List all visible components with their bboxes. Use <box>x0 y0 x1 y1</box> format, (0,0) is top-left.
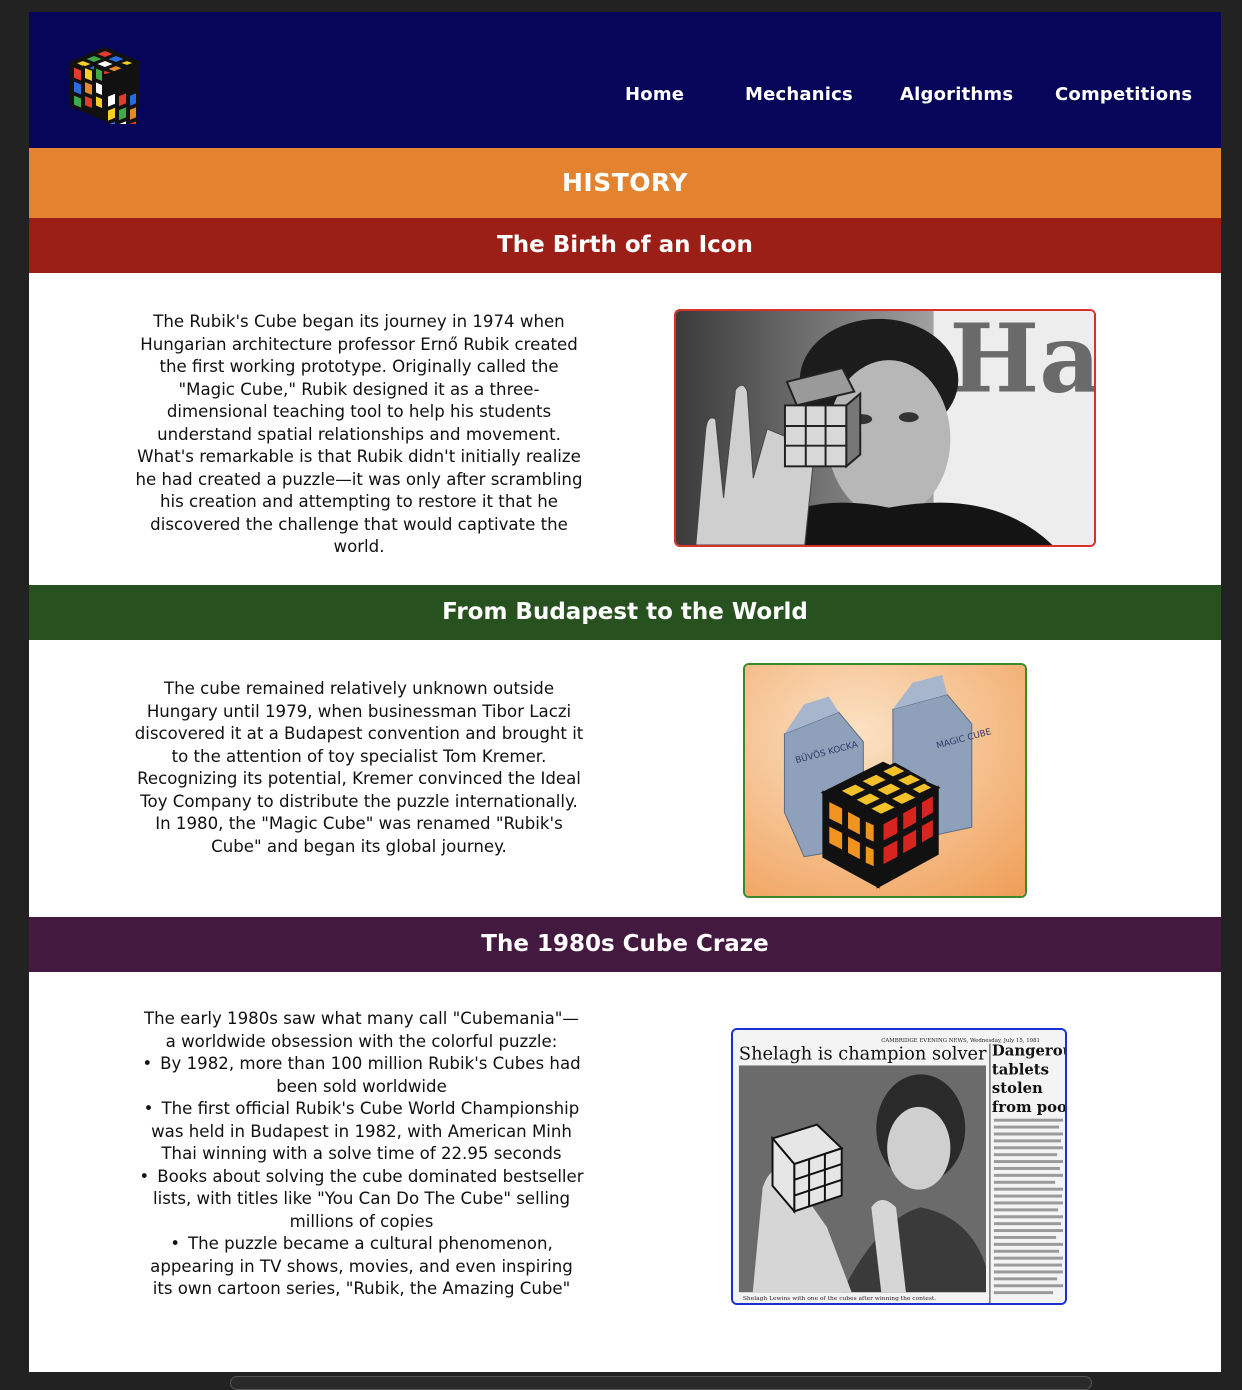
section-heading-cube-craze: The 1980s Cube Craze <box>29 917 1221 972</box>
newspaper-side-headline: Dangerous tablets stolen from poo <box>991 1041 1065 1116</box>
facts-list: By 1982, more than 100 million Rubik's C… <box>139 1053 584 1301</box>
section-text-budapest: The cube remained relatively unknown out… <box>134 679 584 856</box>
newspaper-headline: Shelagh is champion solver <box>739 1045 987 1065</box>
newspaper-clipping-photo: CAMBRIDGE EVENING NEWS, Wednesday, July … <box>731 1028 1067 1305</box>
page-title: HISTORY <box>29 148 1221 218</box>
section-intro-cube-craze: The early 1980s saw what many call "Cube… <box>144 1009 579 1051</box>
nav-algorithms-link[interactable]: Algorithms <box>900 84 1013 105</box>
list-item: The puzzle became a cultural phenomenon,… <box>139 1233 584 1301</box>
nav-home-link[interactable]: Home <box>625 84 684 105</box>
horizontal-scrollbar[interactable] <box>230 1376 1092 1390</box>
sign-text: Har <box>949 311 1094 415</box>
section-text-birth: The Rubik's Cube began its journey in 19… <box>135 312 583 556</box>
page: Home Mechanics Algorithms Competitions H… <box>29 12 1221 1372</box>
list-item: Books about solving the cube dominated b… <box>139 1166 584 1234</box>
nav-competitions-link[interactable]: Competitions <box>1055 84 1192 105</box>
magic-cube-boxes-photo: BŰVÖS KOCKA MAGIC CUBE <box>743 663 1027 898</box>
nav-mechanics-link[interactable]: Mechanics <box>745 84 853 105</box>
section-heading-birth: The Birth of an Icon <box>29 218 1221 273</box>
navbar: Home Mechanics Algorithms Competitions <box>29 12 1221 148</box>
newspaper-caption: Shelagh Lewins with one of the cubes aft… <box>743 1296 936 1302</box>
list-item: The first official Rubik's Cube World Ch… <box>139 1098 584 1166</box>
section-text-cube-craze: The early 1980s saw what many call "Cube… <box>139 1008 584 1301</box>
section-heading-budapest: From Budapest to the World <box>29 585 1221 640</box>
rubiks-cube-logo-icon[interactable] <box>65 44 145 136</box>
list-item: By 1982, more than 100 million Rubik's C… <box>139 1053 584 1098</box>
erno-rubik-photo: Har <box>674 309 1096 547</box>
